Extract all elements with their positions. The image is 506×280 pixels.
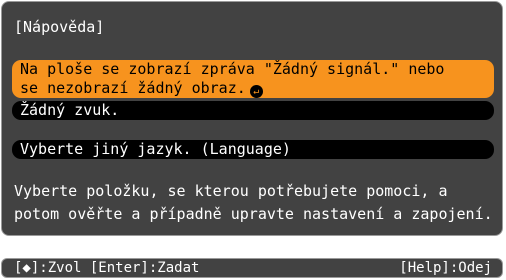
menu-item-label: Žádný zvuk. <box>20 101 120 119</box>
navigation-hints: [◆]:Zvol [Enter]:Zadat <box>14 260 200 276</box>
exit-hint: [Help]:Odej <box>399 260 492 276</box>
description-line-1: Vyberte položku, se kterou potřebujete p… <box>14 182 448 200</box>
description-line-2: potom ověřte a případně upravte nastaven… <box>14 205 493 223</box>
help-screen: [Nápověda] Na ploše se zobrazí zpráva "Ž… <box>0 0 506 280</box>
menu-item-no-signal[interactable]: Na ploše se zobrazí zpráva "Žádný signál… <box>12 60 494 98</box>
menu-item-no-sound[interactable]: Žádný zvuk. <box>12 101 494 120</box>
dialog-title: [Nápověda] <box>14 18 105 36</box>
key-hint-bar: [◆]:Zvol [Enter]:Zadat [Help]:Odej <box>1 258 503 278</box>
help-description: Vyberte položku, se kterou potřebujete p… <box>14 180 493 226</box>
menu-item-language[interactable]: Vyberte jiný jazyk. (Language) <box>12 140 494 159</box>
menu-item-label-line-2: se nezobrazí žádný obraz. ↵ <box>20 79 494 98</box>
enter-return-icon: ↵ <box>249 85 263 98</box>
menu-item-label-line-1: Na ploše se zobrazí zpráva "Žádný signál… <box>20 60 445 78</box>
help-dialog: [Nápověda] Na ploše se zobrazí zpráva "Ž… <box>1 1 503 236</box>
menu-item-label: Vyberte jiný jazyk. (Language) <box>20 140 291 158</box>
